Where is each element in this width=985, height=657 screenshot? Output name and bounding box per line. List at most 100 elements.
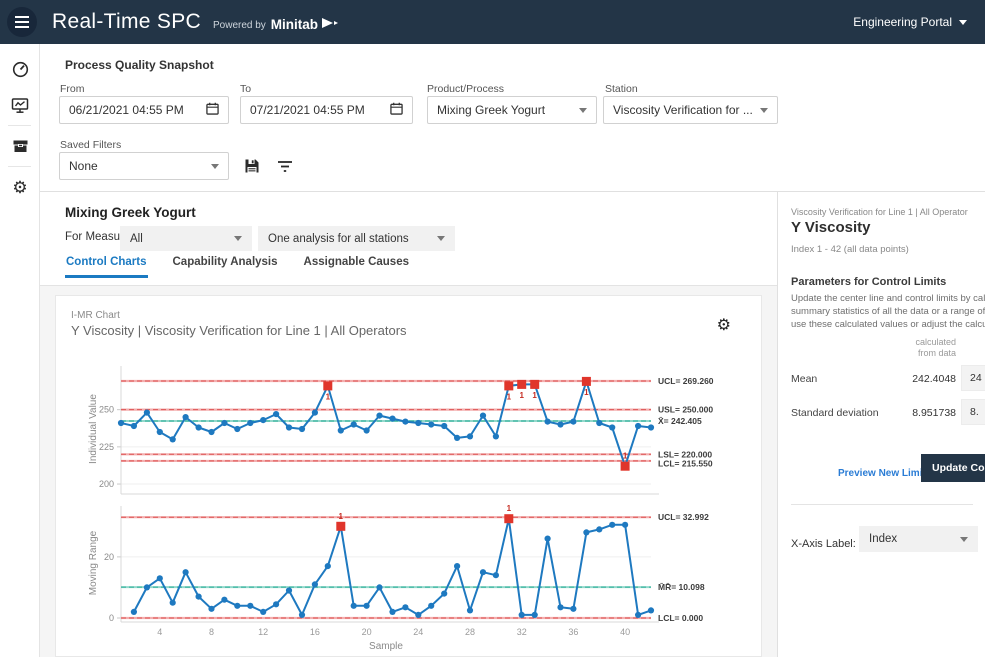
svg-text:Moving Range: Moving Range <box>88 530 99 595</box>
svg-text:1: 1 <box>507 392 512 401</box>
tab-assignable-causes[interactable]: Assignable Causes <box>303 250 410 278</box>
sidebar-divider <box>8 125 31 126</box>
svg-text:X̄= 242.405: X̄= 242.405 <box>658 416 702 426</box>
imr-chart-svg: 200225250UCL= 269.260USL= 250.000X̄= 242… <box>56 356 761 657</box>
app-title: Real-Time SPC <box>52 10 201 34</box>
svg-text:40: 40 <box>620 627 630 637</box>
minitab-logo-icon <box>322 17 338 35</box>
save-filter-icon[interactable] <box>241 155 263 177</box>
measure-select[interactable]: All <box>120 226 252 251</box>
params-description-line: Update the center line and control limit… <box>791 293 985 304</box>
to-date-input[interactable]: 07/21/2021 04:55 PM <box>240 96 413 124</box>
product-process-value: Mixing Greek Yogurt <box>437 103 579 117</box>
svg-text:1: 1 <box>326 392 331 401</box>
mean-calculated-value: 242.4048 <box>838 373 956 385</box>
preview-new-limits-link[interactable]: Preview New Limits <box>838 468 931 479</box>
station-select[interactable]: Viscosity Verification for ... <box>603 96 778 124</box>
section-title: Process Quality Snapshot <box>65 58 214 72</box>
powered-by-label: Powered by <box>213 20 266 31</box>
gauge-icon[interactable] <box>0 54 40 84</box>
brand-name: Minitab <box>271 17 318 32</box>
portal-switcher[interactable]: Engineering Portal <box>853 0 967 44</box>
app-header: Real-Time SPC Powered by Minitab Enginee… <box>0 0 985 44</box>
svg-text:1: 1 <box>520 391 525 400</box>
panel-context: Viscosity Verification for Line 1 | All … <box>791 207 968 217</box>
svg-text:1: 1 <box>584 388 589 397</box>
svg-text:M̄R̄= 10.098: M̄R̄= 10.098 <box>658 582 705 592</box>
svg-text:USL= 250.000: USL= 250.000 <box>658 405 713 415</box>
svg-text:Sample: Sample <box>369 641 403 652</box>
svg-text:200: 200 <box>99 479 114 489</box>
svg-text:LCL= 215.550: LCL= 215.550 <box>658 458 713 468</box>
calendar-icon[interactable] <box>206 102 219 118</box>
chevron-down-icon <box>959 20 967 25</box>
product-process-select[interactable]: Mixing Greek Yogurt <box>427 96 597 124</box>
svg-text:32: 32 <box>517 627 527 637</box>
svg-text:1: 1 <box>507 504 512 513</box>
svg-text:20: 20 <box>104 552 114 562</box>
x-axis-select[interactable]: Index <box>859 526 978 552</box>
saved-filters-value: None <box>69 159 211 173</box>
portal-label: Engineering Portal <box>853 15 952 29</box>
chart-settings-gear-icon[interactable]: ⚙ <box>717 318 731 334</box>
calculated-from-data-header: calculated from data <box>838 337 956 359</box>
tab-control-charts[interactable]: Control Charts <box>65 250 148 278</box>
hamburger-menu-icon[interactable] <box>7 7 37 37</box>
chevron-down-icon <box>234 236 242 241</box>
monitor-chart-icon[interactable] <box>0 90 40 120</box>
analysis-mode-select[interactable]: One analysis for all stations <box>258 226 455 251</box>
svg-text:UCL= 269.260: UCL= 269.260 <box>658 376 714 386</box>
chevron-down-icon <box>760 108 768 113</box>
svg-text:4: 4 <box>157 627 162 637</box>
saved-filters-select[interactable]: None <box>59 152 229 180</box>
chevron-down-icon <box>437 236 445 241</box>
svg-text:12: 12 <box>258 627 268 637</box>
main-content: Mixing Greek Yogurt For Measure: All One… <box>40 192 777 657</box>
svg-text:1: 1 <box>623 452 628 461</box>
std-dev-input[interactable]: 8. <box>961 399 985 425</box>
svg-text:0: 0 <box>109 613 114 623</box>
to-label: To <box>240 83 251 95</box>
chart-zone: I-MR Chart Y Viscosity | Viscosity Verif… <box>40 286 777 657</box>
parameters-panel: Viscosity Verification for Line 1 | All … <box>777 192 985 657</box>
svg-text:UCL= 32.992: UCL= 32.992 <box>658 512 709 522</box>
chevron-down-icon <box>960 537 968 542</box>
chart-title: Y Viscosity | Viscosity Verification for… <box>71 323 407 338</box>
product-process-label: Product/Process <box>427 83 504 95</box>
update-control-limits-button[interactable]: Update Contro <box>921 454 985 482</box>
calendar-icon[interactable] <box>390 102 403 118</box>
filter-icon[interactable] <box>274 155 296 177</box>
tab-capability-analysis[interactable]: Capability Analysis <box>172 250 279 278</box>
from-date-value: 06/21/2021 04:55 PM <box>69 103 206 117</box>
mean-label: Mean <box>791 373 817 385</box>
station-label: Station <box>605 83 638 95</box>
svg-text:Individual Value: Individual Value <box>88 394 99 464</box>
panel-title: Y Viscosity <box>791 219 871 236</box>
svg-text:LCL= 0.000: LCL= 0.000 <box>658 613 703 623</box>
measure-value: All <box>130 233 234 245</box>
chart-type-label: I-MR Chart <box>71 310 120 321</box>
svg-text:16: 16 <box>310 627 320 637</box>
analysis-mode-value: One analysis for all stations <box>268 233 437 245</box>
std-dev-calculated-value: 8.951738 <box>838 407 956 419</box>
svg-text:36: 36 <box>568 627 578 637</box>
svg-text:250: 250 <box>99 405 114 415</box>
mean-input[interactable]: 24 <box>961 365 985 391</box>
params-description-line: summary statistics of all the data or a … <box>791 306 985 317</box>
params-description-line: use these calculated values or adjust th… <box>791 319 985 330</box>
svg-text:24: 24 <box>413 627 423 637</box>
tab-bar: Control Charts Capability Analysis Assig… <box>65 250 410 278</box>
settings-gear-icon[interactable]: ⚙ <box>0 172 40 202</box>
toolbox-icon[interactable] <box>0 131 40 161</box>
saved-filters-label: Saved Filters <box>60 139 121 151</box>
x-axis-value: Index <box>869 533 960 545</box>
svg-text:8: 8 <box>209 627 214 637</box>
svg-text:1: 1 <box>532 391 537 400</box>
filters-section: Process Quality Snapshot From 06/21/2021… <box>40 44 985 192</box>
params-title: Parameters for Control Limits <box>791 276 946 288</box>
sidebar-divider <box>8 166 31 167</box>
station-value: Viscosity Verification for ... <box>613 103 760 117</box>
from-date-input[interactable]: 06/21/2021 04:55 PM <box>59 96 229 124</box>
x-axis-label: X-Axis Label: <box>791 538 856 550</box>
chevron-down-icon <box>579 108 587 113</box>
